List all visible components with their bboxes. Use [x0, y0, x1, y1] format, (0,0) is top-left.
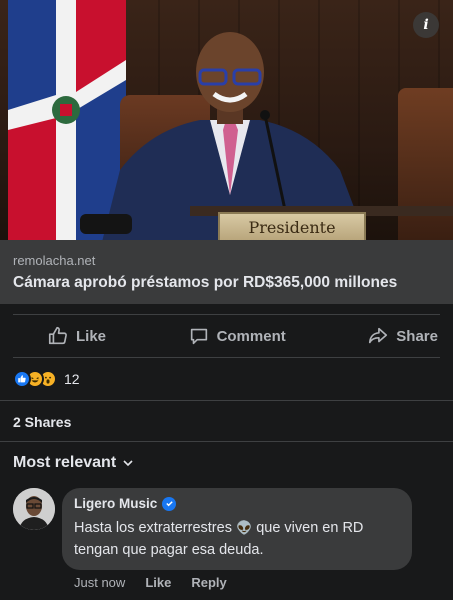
- nameplate: Presidente: [218, 212, 366, 240]
- comment-bubble: Ligero Music Hasta los extraterrestres 👽…: [62, 488, 412, 570]
- like-button[interactable]: Like: [47, 325, 106, 347]
- comment-meta: Just now Like Reply: [74, 575, 227, 590]
- action-bar: Like Comment Share: [13, 316, 440, 356]
- alien-emoji-icon: 👽: [235, 520, 253, 535]
- chair-right: [398, 88, 453, 240]
- comment-author[interactable]: Ligero Music: [74, 496, 157, 511]
- comment-label: Comment: [216, 327, 286, 345]
- share-icon: [369, 327, 388, 344]
- comment-timestamp: Just now: [74, 575, 126, 590]
- divider: [0, 400, 453, 401]
- comment-reply-link[interactable]: Reply: [191, 575, 226, 590]
- share-button[interactable]: Share: [367, 325, 438, 347]
- chevron-down-icon: [123, 460, 133, 467]
- info-icon[interactable]: i: [413, 12, 439, 38]
- like-label: Like: [76, 327, 107, 345]
- link-domain: remolacha.net: [13, 253, 96, 268]
- link-preview[interactable]: remolacha.net Cámara aprobó préstamos po…: [0, 240, 453, 304]
- comment-sort-dropdown[interactable]: Most relevant: [13, 454, 134, 472]
- reactions-summary[interactable]: 12: [13, 368, 80, 390]
- comment-author-row: Ligero Music: [74, 496, 400, 511]
- gavel: [80, 214, 132, 234]
- comment-button[interactable]: Comment: [188, 325, 286, 347]
- reaction-count: 12: [64, 371, 80, 387]
- sort-label: Most relevant: [13, 454, 117, 471]
- comment-like-link[interactable]: Like: [145, 575, 171, 590]
- comment-text-part: Hasta los extraterrestres: [74, 520, 236, 536]
- like-reaction-icon: [13, 370, 31, 388]
- link-title: Cámara aprobó préstamos por RD$365,000 m…: [13, 274, 398, 291]
- verified-badge-icon: [162, 496, 177, 511]
- divider: [13, 357, 440, 358]
- share-label: Share: [396, 327, 438, 345]
- shares-count[interactable]: 2 Shares: [13, 414, 71, 430]
- comment-text: Hasta los extraterrestres 👽 que viven en…: [74, 517, 400, 561]
- comment-icon: [190, 328, 207, 345]
- divider: [13, 314, 440, 315]
- avatar[interactable]: [13, 488, 55, 530]
- thumbs-up-icon: [48, 326, 67, 345]
- post-image[interactable]: Presidente i: [0, 0, 453, 240]
- divider: [0, 441, 453, 442]
